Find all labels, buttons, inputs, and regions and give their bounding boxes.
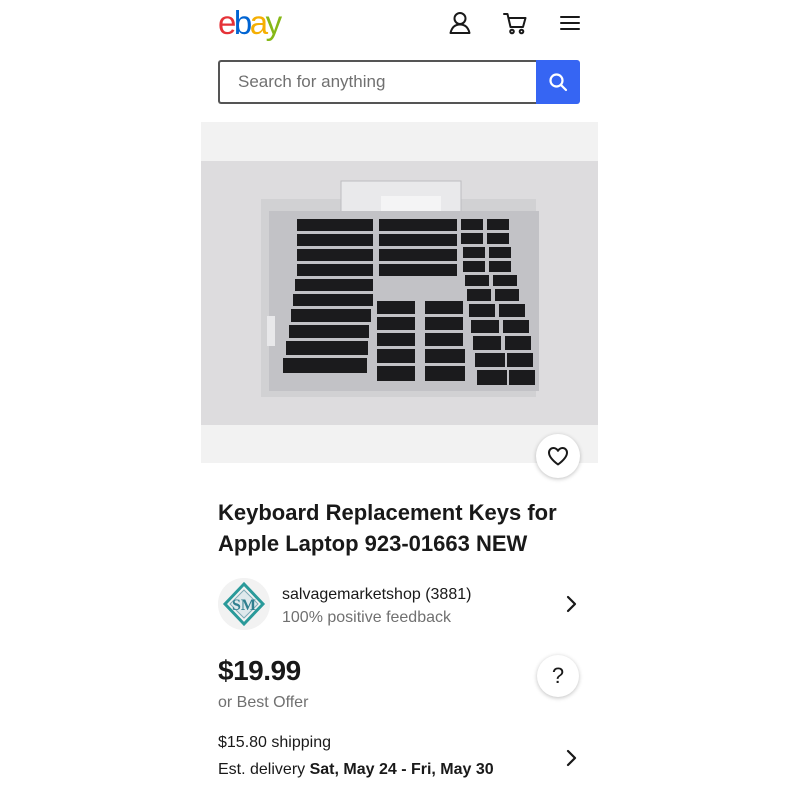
seller-info[interactable]: SM salvagemarketshop (3881) 100% positiv… bbox=[218, 576, 582, 632]
shipping-cost: $15.80 shipping bbox=[218, 734, 331, 751]
chevron-right-icon bbox=[564, 594, 578, 619]
cart-icon[interactable] bbox=[502, 10, 528, 36]
ebay-logo[interactable]: ebay bbox=[218, 3, 282, 43]
header: ebay bbox=[201, 0, 598, 50]
user-icon[interactable] bbox=[447, 10, 473, 36]
delivery-dates: Sat, May 24 - Fri, May 30 bbox=[309, 761, 494, 778]
listing-title: Keyboard Replacement Keys for Apple Lapt… bbox=[218, 500, 557, 556]
search-input[interactable] bbox=[218, 60, 536, 104]
seller-avatar: SM bbox=[218, 578, 270, 630]
price: $19.99 bbox=[218, 655, 301, 686]
delivery-estimate: Est. delivery Sat, May 24 - Fri, May 30 bbox=[218, 761, 494, 779]
seller-feedback: 100% positive feedback bbox=[282, 609, 451, 626]
search-bar bbox=[218, 60, 580, 104]
menu-icon[interactable] bbox=[557, 10, 583, 36]
search-icon bbox=[549, 73, 568, 92]
search-button[interactable] bbox=[536, 60, 580, 104]
seller-name: salvagemarketshop (3881) bbox=[282, 586, 472, 603]
mobile-page: ebay Search for anything Keyboard Replac… bbox=[201, 0, 598, 800]
best-offer-label: or Best Offer bbox=[218, 694, 309, 711]
seller-avatar-text: SM bbox=[232, 597, 256, 614]
shipping-info[interactable]: $15.80 shipping Est. delivery Sat, May 2… bbox=[218, 733, 582, 785]
delivery-prefix: Est. delivery bbox=[218, 761, 306, 778]
product-photo[interactable] bbox=[201, 161, 598, 425]
favorite-button[interactable] bbox=[536, 434, 580, 478]
image-gallery[interactable] bbox=[201, 122, 598, 463]
help-button[interactable]: ? bbox=[537, 655, 579, 697]
heart-icon bbox=[548, 447, 568, 466]
chevron-right-icon bbox=[564, 748, 578, 773]
